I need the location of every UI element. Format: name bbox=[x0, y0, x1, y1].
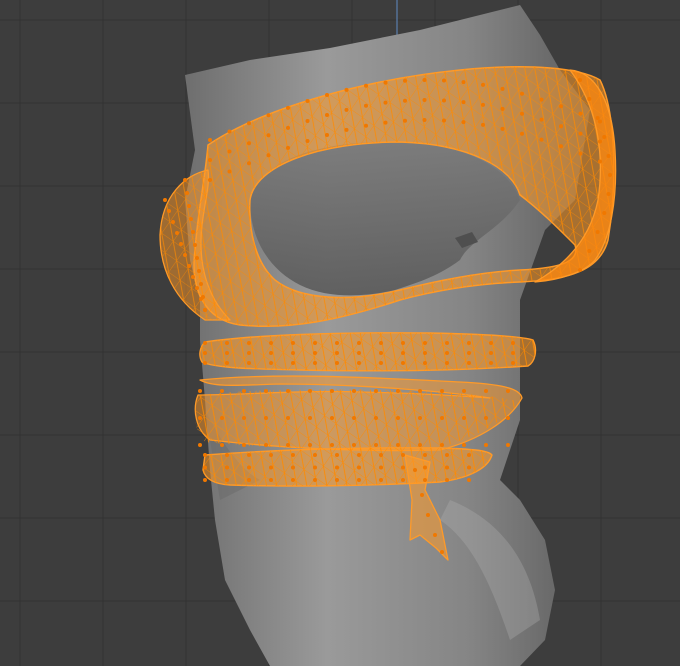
3d-viewport[interactable] bbox=[0, 0, 680, 666]
viewport-canvas[interactable] bbox=[0, 0, 680, 666]
